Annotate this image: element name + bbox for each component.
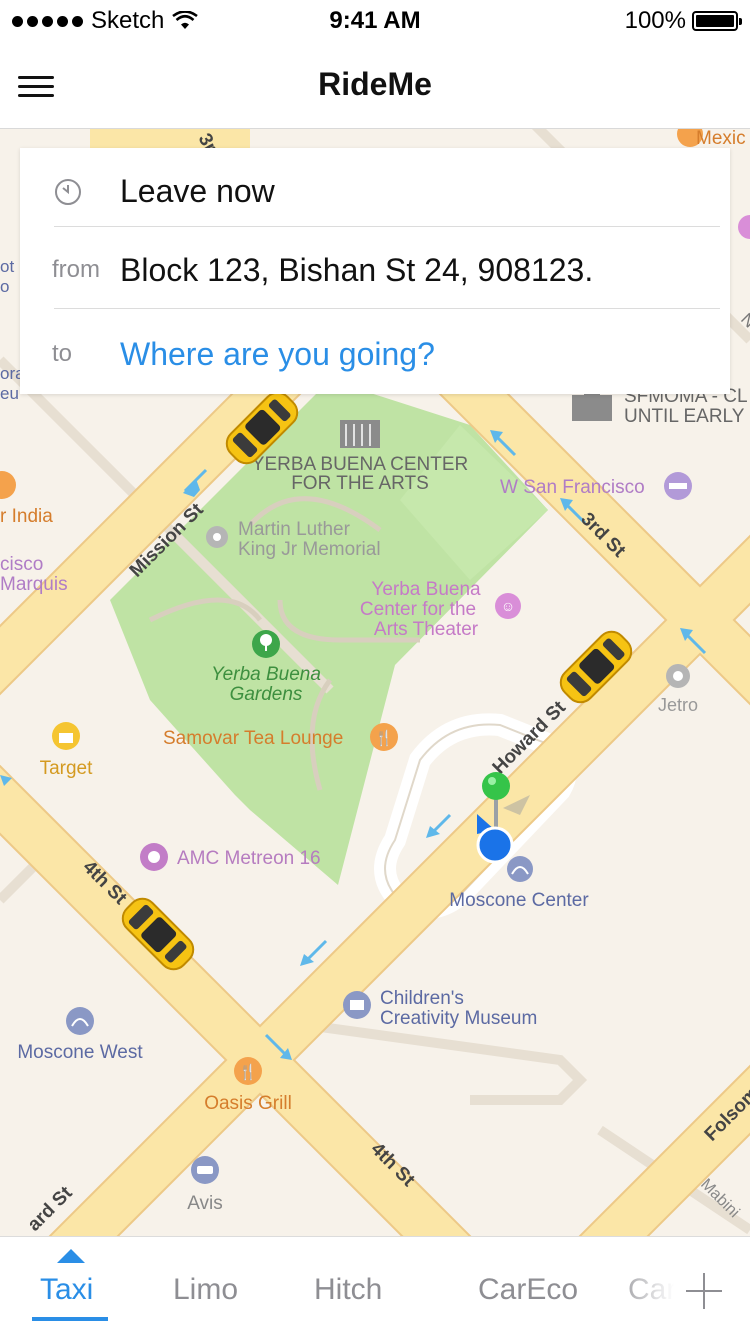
- from-label: from: [52, 256, 100, 283]
- from-row[interactable]: from Block 123, Bishan St 24, 908123.: [20, 229, 730, 311]
- label-yb-gardens-2: Gardens: [230, 684, 303, 705]
- departure-time-value: Leave now: [120, 173, 275, 209]
- label-yb-theater: Yerba Buena: [371, 579, 481, 600]
- active-tab-caret-icon: [57, 1249, 85, 1263]
- convention-center-icon: [507, 856, 533, 882]
- label-jetro: Jetro: [658, 695, 698, 715]
- active-tab-indicator: [32, 1317, 108, 1321]
- tab-hitch[interactable]: Hitch: [314, 1273, 382, 1307]
- label-yb-gardens: Yerba Buena: [211, 664, 321, 685]
- label-mlk: Martin Luther: [238, 519, 351, 540]
- label-yerba-center-2: FOR THE ARTS: [291, 473, 429, 494]
- label-target: Target: [40, 758, 94, 779]
- trip-input-card: Leave now from Block 123, Bishan St 24, …: [20, 148, 730, 394]
- battery-percent: 100%: [624, 7, 686, 34]
- add-tab-plus-icon[interactable]: [686, 1273, 722, 1309]
- label-marquis: Marquis: [0, 574, 68, 595]
- battery-icon: [692, 11, 742, 31]
- label-edge-ot: ot: [0, 257, 14, 276]
- label-w-sf: W San Francisco: [500, 477, 645, 498]
- label-childrens-2: Creativity Museum: [380, 1008, 537, 1029]
- destination-input[interactable]: Where are you going?: [120, 313, 435, 395]
- label-edge-eu: eu: [0, 384, 19, 403]
- label-mlk-2: King Jr Memorial: [238, 539, 381, 560]
- to-row[interactable]: to Where are you going?: [20, 313, 730, 395]
- to-label: to: [52, 340, 73, 367]
- from-address-field[interactable]: Block 123, Bishan St 24, 908123.: [120, 229, 593, 311]
- status-right: 100%: [624, 7, 742, 35]
- label-mexic: Mexic: [696, 129, 746, 149]
- svg-text:☺: ☺: [501, 598, 515, 614]
- label-sfmoma-2: UNTIL EARLY: [624, 406, 745, 427]
- label-yb-theater-2: Center for the: [360, 599, 476, 620]
- label-childrens: Children's: [380, 988, 464, 1009]
- navigation-bar: RideMe: [0, 40, 750, 129]
- tab-careco[interactable]: CarEco: [478, 1273, 578, 1307]
- label-amc: AMC Metreon 16: [177, 848, 321, 869]
- clock-icon: [55, 179, 81, 205]
- label-moscone-west: Moscone West: [17, 1042, 143, 1063]
- ride-type-tab-bar: Taxi Limo Hitch CarEco Car: [0, 1236, 750, 1335]
- tab-car[interactable]: Car: [628, 1273, 676, 1307]
- svg-text:🍴: 🍴: [239, 1063, 258, 1081]
- label-edge-o: o: [0, 277, 9, 296]
- label-oasis: Oasis Grill: [204, 1093, 292, 1114]
- tab-taxi[interactable]: Taxi: [40, 1273, 93, 1307]
- building-icon: [340, 420, 380, 448]
- label-yb-theater-3: Arts Theater: [374, 619, 479, 640]
- tab-limo[interactable]: Limo: [173, 1273, 238, 1307]
- app-title: RideMe: [318, 66, 432, 102]
- label-india: r India: [0, 506, 53, 527]
- label-cisco: cisco: [0, 554, 43, 575]
- status-bar: Sketch 9:41 AM 100%: [0, 0, 750, 40]
- label-yerba-center: YERBA BUENA CENTER: [252, 454, 468, 475]
- label-samovar: Samovar Tea Lounge: [163, 728, 343, 749]
- departure-time-row[interactable]: Leave now: [20, 150, 730, 232]
- label-avis: Avis: [187, 1193, 223, 1214]
- convention-center-west-icon: [66, 1007, 94, 1035]
- svg-text:🍴: 🍴: [375, 729, 394, 747]
- label-moscone-center: Moscone Center: [449, 890, 589, 911]
